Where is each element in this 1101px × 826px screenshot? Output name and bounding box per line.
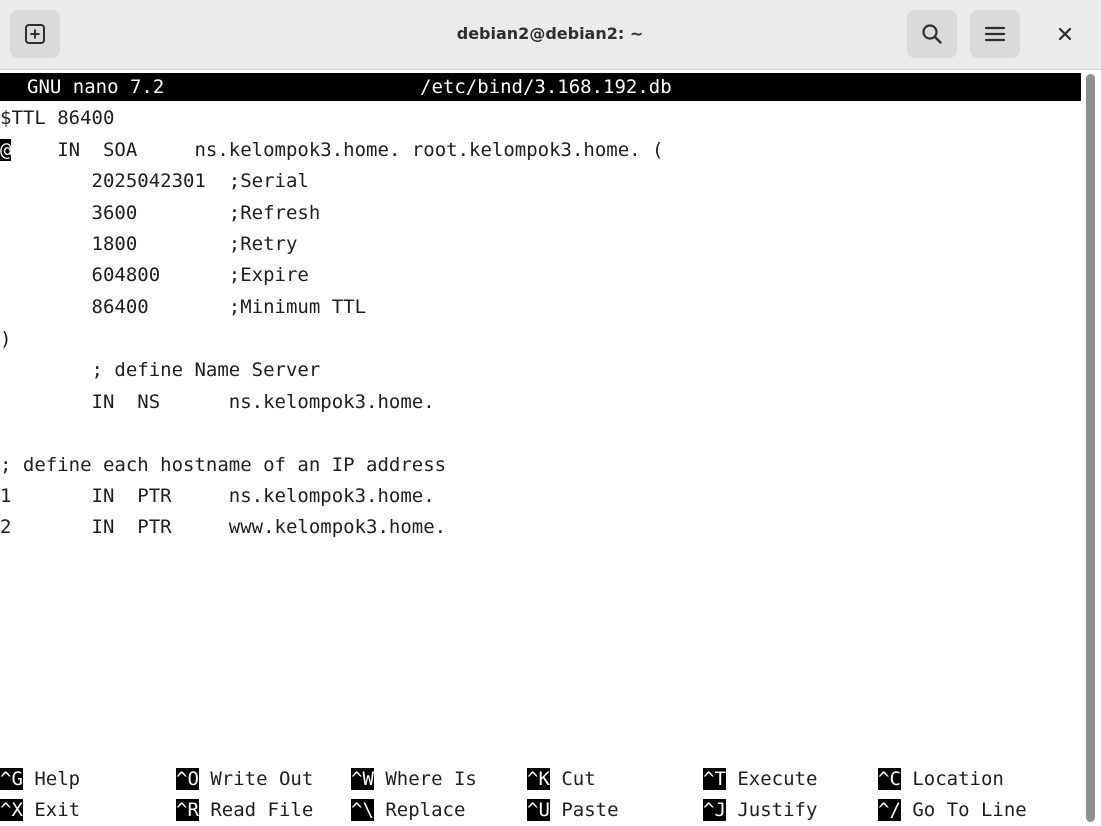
shortcut-key: ^U bbox=[527, 799, 550, 821]
shortcut-label: Justify bbox=[725, 799, 818, 821]
editor-line[interactable]: 2 IN PTR www.kelompok3.home. bbox=[0, 512, 446, 543]
editor-line[interactable]: IN NS ns.kelompok3.home. bbox=[0, 387, 435, 418]
shortcut-key: ^K bbox=[527, 768, 550, 790]
shortcut-cut[interactable]: ^K Cut bbox=[527, 764, 596, 795]
search-icon bbox=[922, 24, 942, 44]
shortcut-label: Paste bbox=[549, 799, 619, 821]
shortcut-label: Location bbox=[900, 768, 1004, 790]
shortcut-key: ^T bbox=[703, 768, 726, 790]
editor-line[interactable]: @ IN SOA ns.kelompok3.home. root.kelompo… bbox=[0, 135, 663, 166]
editor-line[interactable]: 604800 ;Expire bbox=[0, 260, 309, 291]
editor-line[interactable]: 1 IN PTR ns.kelompok3.home. bbox=[0, 481, 435, 512]
hamburger-menu-icon bbox=[984, 26, 1006, 42]
shortcut-label: Replace bbox=[373, 799, 466, 821]
shortcut-label: Cut bbox=[549, 768, 596, 790]
terminal-window: debian2@debian2: ~ GNU nano 7.2 /etc/bin… bbox=[0, 0, 1101, 826]
shortcut-replace[interactable]: ^\ Replace bbox=[351, 795, 465, 826]
shortcut-read-file[interactable]: ^R Read File bbox=[176, 795, 313, 826]
shortcut-key: ^G bbox=[0, 768, 23, 790]
editor-line[interactable]: 86400 ;Minimum TTL bbox=[0, 292, 367, 323]
shortcut-key: ^\ bbox=[351, 799, 374, 821]
new-tab-button[interactable] bbox=[10, 10, 60, 58]
editor-line[interactable]: ) bbox=[0, 324, 11, 355]
shortcut-label: Execute bbox=[725, 768, 818, 790]
window-title: debian2@debian2: ~ bbox=[456, 24, 644, 43]
shortcut-label: Where Is bbox=[373, 768, 477, 790]
shortcut-help[interactable]: ^G Help bbox=[0, 764, 80, 795]
editor-line[interactable]: ; define Name Server bbox=[0, 355, 321, 386]
scrollbar-thumb[interactable] bbox=[1086, 74, 1095, 822]
editor-line[interactable]: 1800 ;Retry bbox=[0, 229, 298, 260]
shortcut-justify[interactable]: ^J Justify bbox=[703, 795, 817, 826]
shortcut-key: ^R bbox=[176, 799, 199, 821]
search-button[interactable] bbox=[907, 10, 957, 58]
shortcut-execute[interactable]: ^T Execute bbox=[703, 764, 817, 795]
nano-filename: /etc/bind/3.168.192.db bbox=[420, 76, 672, 98]
close-icon bbox=[1058, 27, 1072, 41]
close-button[interactable] bbox=[1048, 18, 1082, 50]
shortcut-where-is[interactable]: ^W Where Is bbox=[351, 764, 477, 795]
nano-version: GNU nano 7.2 bbox=[27, 76, 165, 98]
shortcut-label: Read File bbox=[198, 799, 314, 821]
shortcut-paste[interactable]: ^U Paste bbox=[527, 795, 619, 826]
header-bar: debian2@debian2: ~ bbox=[0, 0, 1101, 70]
shortcut-key: ^X bbox=[0, 799, 23, 821]
terminal-content[interactable]: GNU nano 7.2 /etc/bind/3.168.192.db $TTL… bbox=[0, 70, 1082, 826]
shortcut-key: ^/ bbox=[878, 799, 901, 821]
shortcut-label: Write Out bbox=[198, 768, 314, 790]
shortcut-label: Exit bbox=[22, 799, 81, 821]
shortcut-key: ^J bbox=[703, 799, 726, 821]
editor-line[interactable]: $TTL 86400 bbox=[0, 103, 114, 134]
shortcut-label: Go To Line bbox=[900, 799, 1027, 821]
editor-line[interactable]: 2025042301 ;Serial bbox=[0, 166, 309, 197]
editor-line[interactable]: 3600 ;Refresh bbox=[0, 198, 321, 229]
shortcut-write-out[interactable]: ^O Write Out bbox=[176, 764, 313, 795]
shortcut-exit[interactable]: ^X Exit bbox=[0, 795, 80, 826]
shortcut-key: ^O bbox=[176, 768, 199, 790]
new-tab-icon bbox=[25, 24, 45, 44]
editor-line-text: IN SOA ns.kelompok3.home. root.kelompok3… bbox=[11, 139, 664, 161]
shortcut-label: Help bbox=[22, 768, 81, 790]
shortcut-location[interactable]: ^C Location bbox=[878, 764, 1004, 795]
shortcut-go-to-line[interactable]: ^/ Go To Line bbox=[878, 795, 1027, 826]
nano-title-bar: GNU nano 7.2 /etc/bind/3.168.192.db bbox=[0, 73, 1081, 101]
editor-line[interactable]: ; define each hostname of an IP address bbox=[0, 450, 446, 481]
vertical-scrollbar[interactable] bbox=[1082, 70, 1101, 826]
shortcut-key: ^C bbox=[878, 768, 901, 790]
text-cursor: @ bbox=[0, 139, 12, 161]
main-menu-button[interactable] bbox=[970, 10, 1020, 58]
shortcut-key: ^W bbox=[351, 768, 374, 790]
